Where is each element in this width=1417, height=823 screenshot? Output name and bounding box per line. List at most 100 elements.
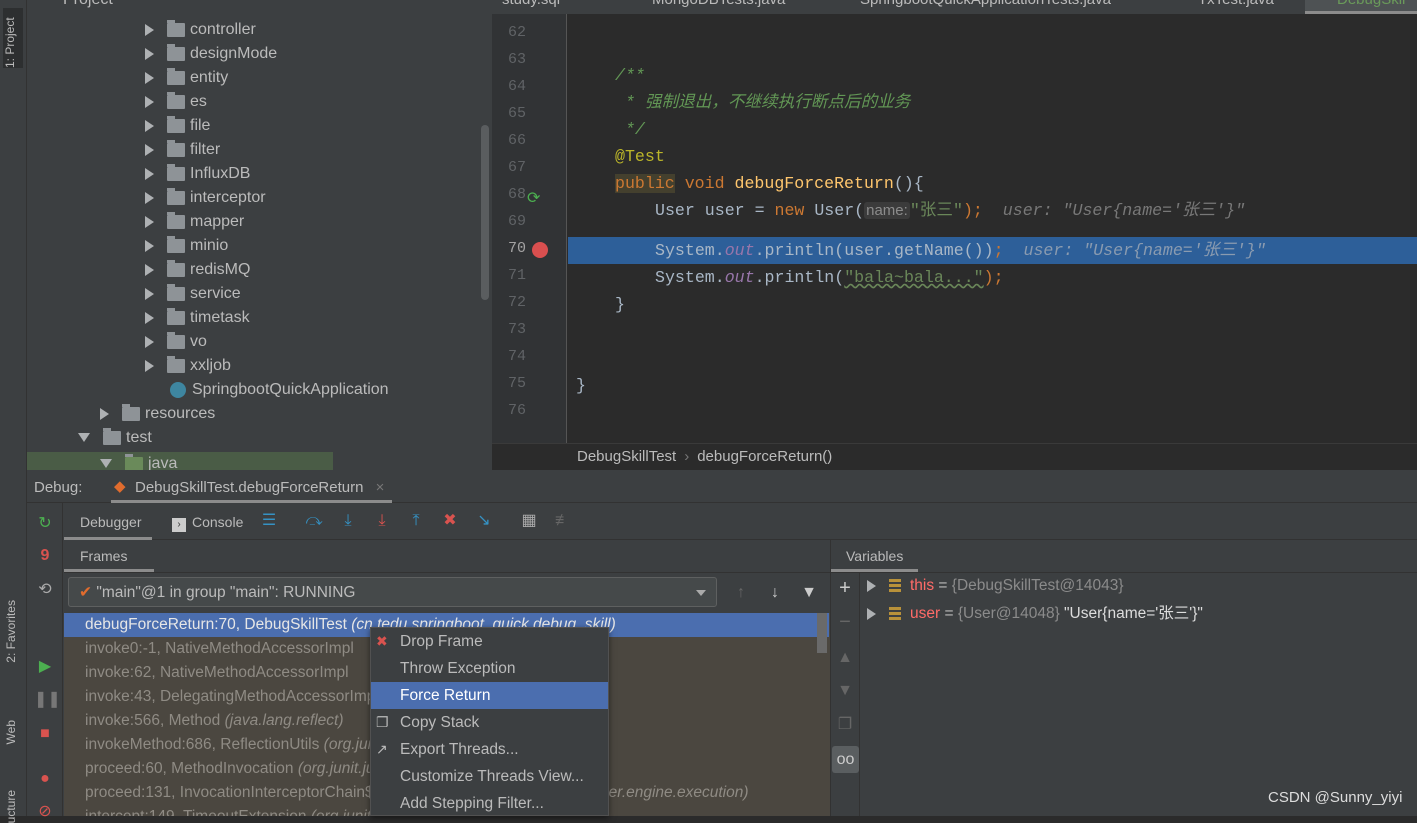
- filter-icon[interactable]: ▼: [798, 582, 820, 604]
- collapse-arrow-icon[interactable]: [78, 433, 90, 443]
- menu-item[interactable]: Throw Exception: [371, 655, 608, 682]
- project-title[interactable]: Project: [63, 0, 113, 12]
- add-watch-icon[interactable]: +: [834, 577, 856, 599]
- previous-frame-icon[interactable]: ↑: [730, 582, 752, 604]
- evaluate-expression-icon[interactable]: ▦: [518, 510, 540, 532]
- variable-item[interactable]: this = {DebugSkillTest@14043}: [867, 577, 1124, 595]
- drop-frame-icon[interactable]: ✖: [439, 510, 461, 532]
- step-into-icon[interactable]: ⤓: [337, 510, 359, 532]
- menu-item[interactable]: ❐ Copy Stack: [371, 709, 608, 736]
- tree-item-folder[interactable]: interceptor: [145, 186, 266, 210]
- tree-item-folder[interactable]: mapper: [145, 210, 244, 234]
- tree-item-folder[interactable]: designMode: [145, 42, 277, 66]
- expand-arrow-icon[interactable]: [145, 23, 154, 36]
- expand-arrow-icon[interactable]: [145, 95, 154, 108]
- next-frame-icon[interactable]: ↓: [764, 582, 786, 604]
- favorites-tool-button[interactable]: 2: Favorites: [4, 600, 18, 663]
- tree-item-test[interactable]: test: [78, 426, 152, 450]
- tree-item-folder[interactable]: vo: [145, 330, 207, 354]
- expand-arrow-icon[interactable]: [145, 143, 154, 156]
- expand-arrow-icon[interactable]: [867, 579, 876, 592]
- tree-item-folder[interactable]: xxljob: [145, 354, 231, 378]
- collapse-arrow-icon[interactable]: [100, 459, 112, 469]
- tab-debugskilltest[interactable]: DebugSkil: [1305, 0, 1417, 14]
- show-watches-icon[interactable]: oo: [832, 746, 859, 773]
- debug-session-tab[interactable]: ◆ DebugSkillTest.debugForceReturn ×: [111, 470, 392, 503]
- tab-study-sql[interactable]: study.sql: [502, 0, 560, 8]
- tab-mongodbtests[interactable]: MongoDBTests.java: [652, 0, 785, 8]
- tab-springbootquickapplicationtests[interactable]: SpringbootQuickApplicationTests.java: [860, 0, 1111, 8]
- frames-scrollbar[interactable]: [817, 613, 827, 653]
- menu-item[interactable]: Customize Threads View...: [371, 763, 608, 790]
- tree-item-folder[interactable]: es: [145, 90, 207, 114]
- code-editor[interactable]: 62 63 64 65 66 67 68 69 70 71 72 73 74 75 76 /** * 强制退…: [492, 14, 1417, 443]
- menu-item[interactable]: ↗ Export Threads...: [371, 736, 608, 763]
- tree-item-resources[interactable]: resources: [100, 402, 215, 426]
- run-test-icon[interactable]: ⟳: [527, 188, 540, 208]
- show-execution-point-icon[interactable]: ☰: [258, 510, 280, 532]
- move-up-icon[interactable]: ▲: [834, 647, 856, 669]
- breadcrumb-class[interactable]: DebugSkillTest: [577, 448, 676, 465]
- close-tab-icon[interactable]: ×: [376, 479, 385, 496]
- expand-arrow-icon[interactable]: [100, 407, 109, 420]
- expand-arrow-icon[interactable]: [145, 71, 154, 84]
- expand-arrow-icon[interactable]: [145, 311, 154, 324]
- restore-layout-icon[interactable]: ⟲: [34, 579, 56, 601]
- tree-item-folder[interactable]: InfluxDB: [145, 162, 250, 186]
- tree-item-folder[interactable]: service: [145, 282, 241, 306]
- tree-item-folder[interactable]: timetask: [145, 306, 250, 330]
- remove-watch-icon[interactable]: −: [834, 611, 856, 633]
- copy-icon[interactable]: ❐: [834, 714, 856, 736]
- rerun-icon[interactable]: ↻: [34, 513, 56, 535]
- project-scrollbar[interactable]: [481, 125, 489, 300]
- resume-icon[interactable]: ▶: [34, 656, 56, 678]
- project-tool-button[interactable]: 1: Project: [3, 8, 23, 68]
- view-breakpoints-icon[interactable]: ●: [34, 768, 56, 790]
- expand-arrow-icon[interactable]: [145, 239, 154, 252]
- menu-item[interactable]: Force Return: [371, 682, 608, 709]
- package-folder-icon: [167, 115, 185, 133]
- web-tool-button[interactable]: Web: [4, 720, 18, 744]
- rerun-failed-icon[interactable]: 9: [34, 545, 56, 567]
- menu-item[interactable]: ✖ Drop Frame: [371, 628, 608, 655]
- line-number: 73: [507, 321, 526, 338]
- move-down-icon[interactable]: ▼: [834, 680, 856, 702]
- run-to-cursor-icon[interactable]: ↘: [473, 510, 495, 532]
- expand-arrow-icon[interactable]: [145, 287, 154, 300]
- spring-class-icon: [170, 381, 186, 398]
- structure-tool-button[interactable]: ucture: [4, 790, 18, 823]
- stop-icon[interactable]: ■: [34, 723, 56, 745]
- expand-arrow-icon[interactable]: [145, 215, 154, 228]
- expand-arrow-icon[interactable]: [145, 263, 154, 276]
- variable-item[interactable]: user = {User@14048} "User{name='张三'}": [867, 601, 1203, 623]
- expand-arrow-icon[interactable]: [145, 47, 154, 60]
- expand-arrow-icon[interactable]: [145, 191, 154, 204]
- force-step-into-icon[interactable]: ⤓: [371, 510, 393, 532]
- expand-arrow-icon[interactable]: [145, 119, 154, 132]
- tab-debugger[interactable]: Debugger: [64, 503, 152, 540]
- step-out-icon[interactable]: ⤒: [405, 510, 427, 532]
- expand-arrow-icon[interactable]: [145, 167, 154, 180]
- tree-item-folder[interactable]: filter: [145, 138, 220, 162]
- breadcrumb-method[interactable]: debugForceReturn(): [697, 448, 832, 465]
- trace-icon[interactable]: ≢: [552, 510, 574, 532]
- step-over-icon[interactable]: ⤼: [303, 510, 325, 532]
- tree-item-folder[interactable]: controller: [145, 18, 256, 42]
- mute-breakpoints-icon[interactable]: ⊘: [34, 801, 56, 823]
- tab-txtest[interactable]: TxTest.java: [1198, 0, 1274, 8]
- tree-item-folder[interactable]: file: [145, 114, 210, 138]
- tree-item-folder[interactable]: redisMQ: [145, 258, 250, 282]
- tree-item-app-class[interactable]: SpringbootQuickApplication: [170, 378, 389, 402]
- thread-dropdown[interactable]: ✔ "main"@1 in group "main": RUNNING: [68, 577, 717, 607]
- menu-item[interactable]: Add Stepping Filter...: [371, 790, 608, 817]
- tree-item-folder[interactable]: entity: [145, 66, 228, 90]
- expand-arrow-icon[interactable]: [145, 359, 154, 372]
- package-folder-icon: [167, 67, 185, 85]
- tree-item-folder[interactable]: minio: [145, 234, 228, 258]
- pause-icon[interactable]: ❚❚: [34, 689, 61, 711]
- breakpoint-icon[interactable]: [532, 242, 548, 258]
- tab-console[interactable]: › Console: [172, 514, 243, 532]
- tree-item-java[interactable]: java: [27, 452, 333, 470]
- expand-arrow-icon[interactable]: [145, 335, 154, 348]
- expand-arrow-icon[interactable]: [867, 607, 876, 620]
